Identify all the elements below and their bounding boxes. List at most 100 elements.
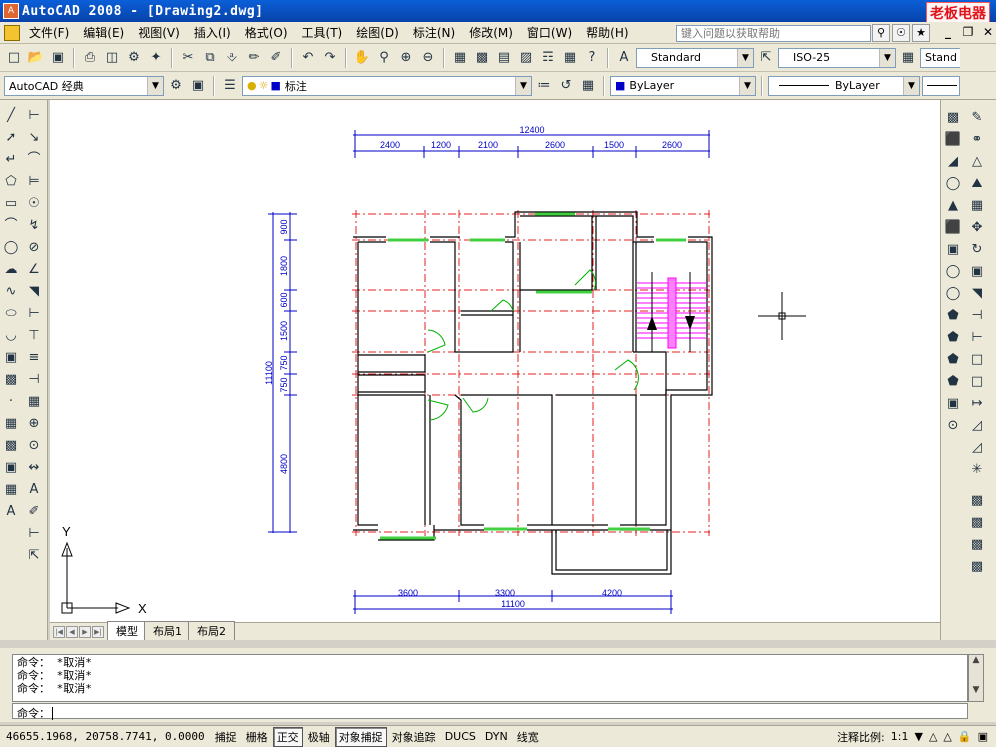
table-icon[interactable]: ▦ [1,480,21,500]
copy-icon[interactable]: ⧉ [200,48,220,68]
cursor-coordinates[interactable]: 46655.1968, 20758.7741, 0.0000 [0,730,211,743]
layer-select[interactable]: ● ☼ ■ 标注 ▼ [242,75,532,96]
zoom-realtime-icon[interactable]: ⚲ [374,48,394,68]
send-under-icon[interactable]: ▩ [967,557,987,578]
paste-icon[interactable]: ⎀ [222,48,242,68]
favorites-star-icon[interactable]: ★ [912,24,930,42]
minimize-icon[interactable]: _ [940,24,956,41]
baseline-dimension-icon[interactable]: ⊢ [24,304,44,324]
prev-tab-icon[interactable]: ◀ [66,625,78,638]
torus-icon[interactable]: ◯ [943,284,963,305]
insert-block-icon[interactable]: ▣ [1,348,21,368]
lock-icon[interactable]: 🔒 [958,730,972,743]
toggle-osnap[interactable]: 对象捕捉 [334,726,387,747]
layer-manager-icon[interactable]: ☰ [220,76,240,96]
dimension-space-icon[interactable]: ≡ [24,348,44,368]
text-style-icon[interactable]: A [614,48,634,68]
revolve-icon[interactable]: ⬟ [943,328,963,349]
markup-icon[interactable]: ☶ [538,48,558,68]
text-style-select[interactable]: Standard ▼ [636,47,754,68]
autocad-app-icon[interactable]: A [3,3,19,19]
jogged-dimension-icon[interactable]: ↯ [24,216,44,236]
wedge-icon[interactable]: ◢ [943,152,963,173]
rectangle-icon[interactable]: ▭ [1,194,21,214]
drawing-canvas[interactable]: 12400 2400 1200 2100 2600 1500 2600 3600… [50,100,940,622]
hatch-icon[interactable]: ▦ [1,414,21,434]
slice-icon[interactable]: ⬟ [943,350,963,371]
toggle-otrack[interactable]: 对象追踪 [388,727,440,747]
menu-help[interactable]: 帮助(H) [579,24,635,41]
sheet-set-icon[interactable]: ▨ [516,48,536,68]
toggle-ortho[interactable]: 正交 [272,726,303,747]
calculator-icon[interactable]: ▦ [560,48,580,68]
extrude-icon[interactable]: ⬟ [943,306,963,327]
dimension-update-icon[interactable]: ⊢ [24,524,44,544]
menu-tools[interactable]: 工具(T) [295,24,350,41]
menu-draw[interactable]: 绘图(D) [349,24,406,41]
toggle-ducs[interactable]: DUCS [441,728,480,745]
revision-cloud-icon[interactable]: ☁ [1,260,21,280]
polygon-icon[interactable]: ⬠ [1,172,21,192]
tab-layout1[interactable]: 布局1 [144,621,191,640]
redo-icon[interactable]: ↷ [320,48,340,68]
dimension-style-icon[interactable]: ⇱ [756,48,776,68]
ellipse-arc-icon[interactable]: ◡ [1,326,21,346]
dimension-edit-icon[interactable]: A [24,480,44,500]
stretch-icon[interactable]: ◥ [967,284,987,305]
dimension-style-icon[interactable]: ⇱ [24,546,44,566]
command-history-scrollbar[interactable]: ▲ ▼ [968,654,984,702]
camera-icon[interactable]: ▣ [943,394,963,415]
sphere-icon[interactable]: ◯ [943,262,963,283]
zoom-window-icon[interactable]: ⊕ [396,48,416,68]
first-tab-icon[interactable]: |◀ [53,625,65,638]
last-tab-icon[interactable]: ▶| [92,625,104,638]
print-icon[interactable]: ⎙ [80,48,100,68]
communication-icon[interactable]: ☉ [892,24,910,42]
copy-object-icon[interactable]: ⚭ [967,130,987,151]
explode-icon[interactable]: ✳ [967,460,987,481]
cylinder-icon[interactable]: ◯ [943,174,963,195]
layer-states-icon[interactable]: ▦ [578,76,598,96]
properties-icon[interactable]: ▦ [450,48,470,68]
zoom-previous-icon[interactable]: ⊖ [418,48,438,68]
tab-model[interactable]: 模型 [107,621,147,640]
draw-order-back-icon[interactable]: ▩ [967,513,987,534]
chevron-down-icon[interactable]: ▼ [879,48,895,67]
spline-icon[interactable]: ∿ [1,282,21,302]
table-style-icon[interactable]: ▦ [898,48,918,68]
menu-insert[interactable]: 插入(I) [187,24,238,41]
dimension-text-edit-icon[interactable]: ✐ [24,502,44,522]
menu-format[interactable]: 格式(O) [238,24,295,41]
command-line-input[interactable]: 命令： [12,703,968,720]
undo-icon[interactable]: ↶ [298,48,318,68]
center-mark-icon[interactable]: ⊕ [24,414,44,434]
multiline-text-icon[interactable]: A [1,502,21,522]
linear-dimension-icon[interactable]: ⊢ [24,106,44,126]
tab-layout2[interactable]: 布局2 [188,621,235,640]
publish-icon[interactable]: ⚙ [124,48,144,68]
auto-scale-icon[interactable]: △ [943,730,951,743]
design-center-icon[interactable]: ▩ [472,48,492,68]
gradient-icon[interactable]: ▩ [1,436,21,456]
chevron-down-icon[interactable]: ▼ [147,76,163,95]
save-icon[interactable]: ▣ [48,48,68,68]
layer-previous-icon[interactable]: ↺ [556,76,576,96]
annotation-scale-value[interactable]: 1:1 [891,730,909,743]
scale-icon[interactable]: ▣ [967,262,987,283]
menu-view[interactable]: 视图(V) [131,24,187,41]
chevron-down-icon[interactable]: ▼ [515,76,531,95]
construction-line-icon[interactable]: ➚ [1,128,21,148]
match-properties-icon[interactable]: ✏ [244,48,264,68]
clean-screen-icon[interactable]: ▣ [978,730,988,743]
pan-icon[interactable]: ✋ [352,48,372,68]
join-icon[interactable]: ↦ [967,394,987,415]
menu-file[interactable]: 文件(F) [22,24,76,41]
mirror-icon[interactable]: △ [967,152,987,173]
aligned-dimension-icon[interactable]: ↘ [24,128,44,148]
linetype-select[interactable]: ByLayer ▼ [768,75,920,96]
jogged-linear-icon[interactable]: ↭ [24,458,44,478]
open-file-icon[interactable]: 📂 [26,48,46,68]
close-icon[interactable]: ✕ [980,24,996,41]
move-icon[interactable]: ✥ [967,218,987,239]
block-editor-icon[interactable]: ✐ [266,48,286,68]
